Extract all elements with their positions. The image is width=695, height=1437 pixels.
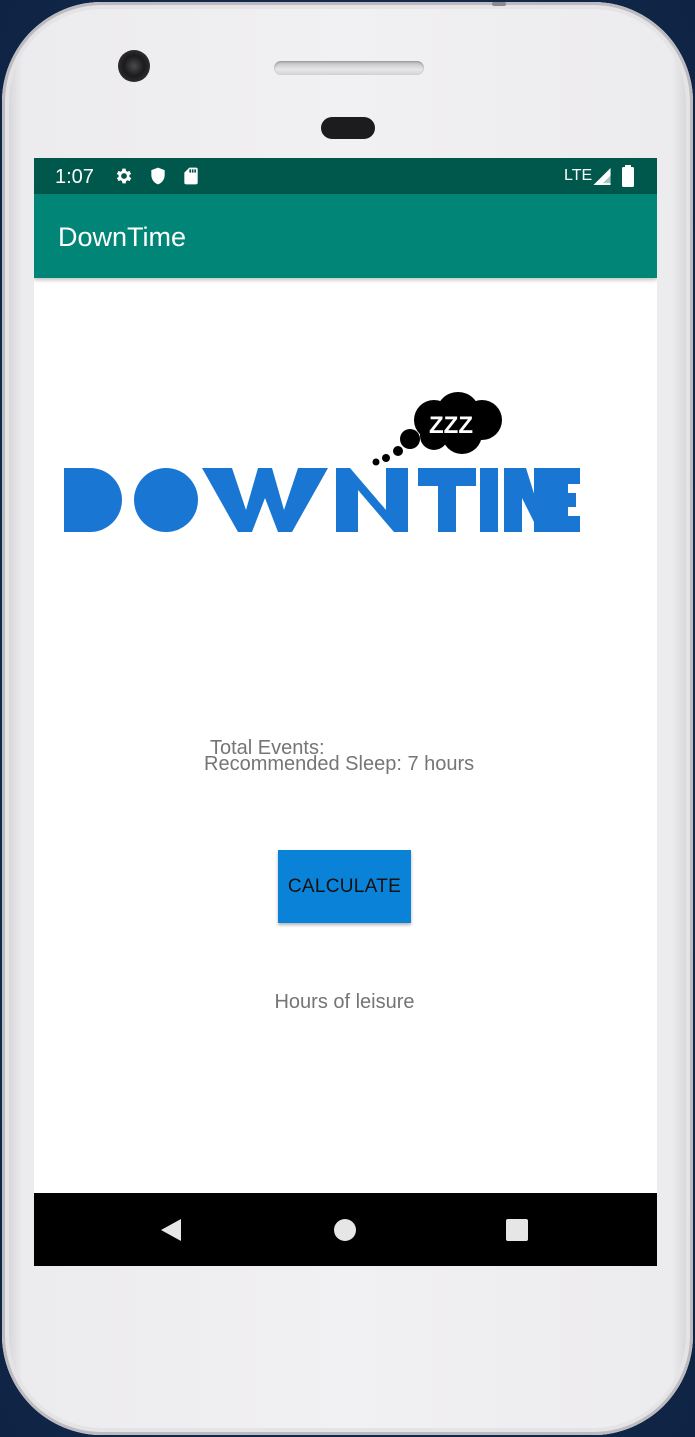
proximity-sensor bbox=[321, 117, 375, 139]
app-title: DownTime bbox=[58, 222, 187, 252]
recents-icon[interactable] bbox=[500, 1213, 534, 1247]
hours-of-leisure-label: Hours of leisure bbox=[274, 991, 415, 1013]
downtime-logo: ZZZ bbox=[64, 392, 580, 532]
earpiece-speaker bbox=[274, 61, 424, 75]
navigation-bar bbox=[34, 1193, 657, 1266]
power-button bbox=[492, 2, 506, 6]
recommended-sleep-label: Recommended Sleep: 7 hours bbox=[204, 753, 475, 775]
status-time: 1:07 bbox=[55, 166, 94, 188]
back-icon[interactable] bbox=[154, 1213, 188, 1247]
device-screen: 1:07 LTE DownTime ZZZ Total Events: Reco… bbox=[34, 158, 657, 1266]
signal-icon bbox=[593, 167, 611, 186]
sd-card-icon bbox=[184, 167, 198, 185]
zzz-text: ZZZ bbox=[429, 412, 473, 439]
shield-icon bbox=[151, 167, 165, 185]
status-bar: 1:07 LTE bbox=[34, 158, 657, 194]
downtime-wordmark bbox=[64, 468, 580, 532]
thought-bubble-icon: ZZZ bbox=[372, 392, 502, 466]
battery-icon bbox=[622, 165, 634, 187]
app-bar: DownTime bbox=[34, 194, 657, 278]
network-type: LTE bbox=[564, 167, 593, 184]
calculate-button[interactable]: CALCULATE bbox=[278, 850, 411, 923]
front-camera bbox=[118, 50, 150, 82]
home-icon[interactable] bbox=[328, 1213, 362, 1247]
settings-icon bbox=[116, 168, 132, 184]
